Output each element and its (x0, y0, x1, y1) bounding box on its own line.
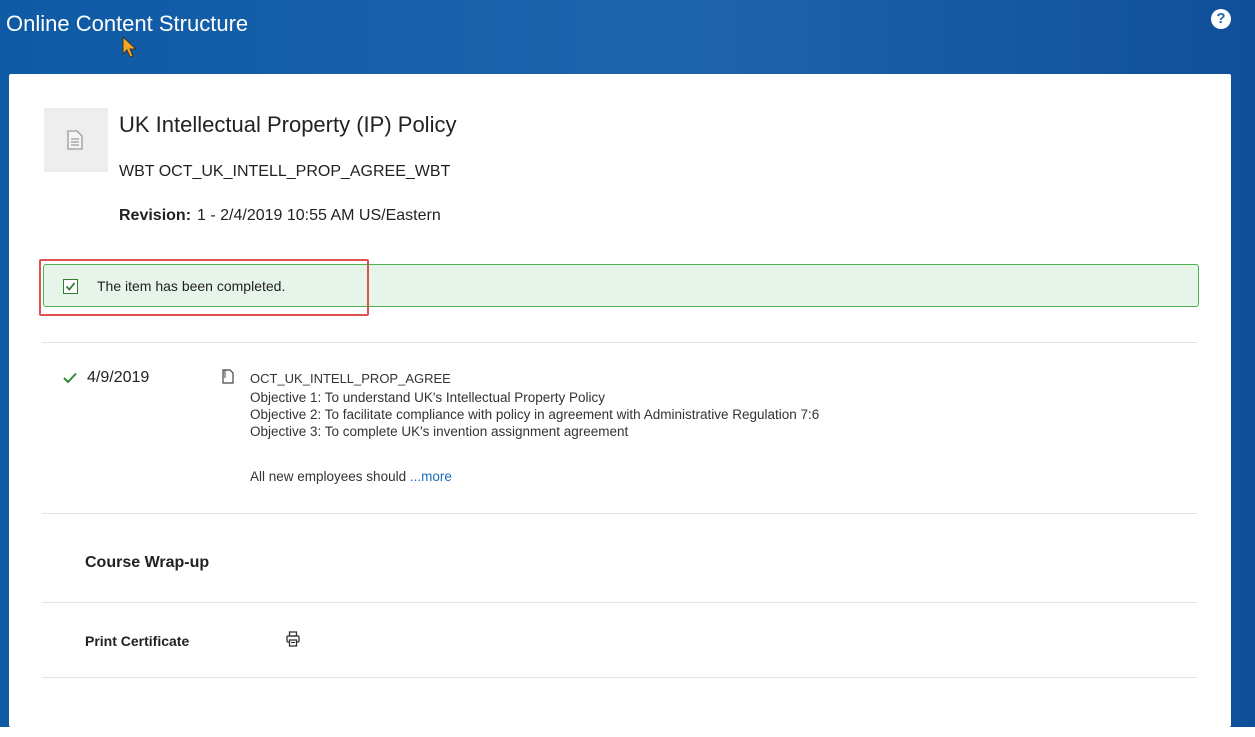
divider (42, 513, 1197, 514)
title-bar: Online Content Structure ? (0, 0, 1255, 74)
help-icon[interactable]: ? (1211, 9, 1231, 29)
window-title: Online Content Structure (6, 11, 249, 36)
printer-icon[interactable] (286, 631, 300, 647)
objective-1: Objective 1: To understand UK's Intellec… (250, 390, 606, 405)
app-window: Online Content Structure ? UK Intellectu… (0, 0, 1255, 727)
course-code: WBT OCT_UK_INTELL_PROP_AGREE_WBT (119, 163, 451, 180)
completion-status-text: The item has been completed. (97, 278, 286, 294)
objective-3: Objective 3: To complete UK's invention … (250, 424, 629, 439)
section-title-course-wrapup: Course Wrap-up (85, 554, 210, 571)
more-link[interactable]: ...more (410, 469, 452, 484)
completion-status-banner: The item has been completed. (43, 264, 1199, 307)
revision-info: Revision: 1 - 2/4/2019 10:55 AM US/Easter… (119, 207, 441, 225)
item-summary: All new employees should ...more (250, 469, 452, 484)
revision-value: 1 - 2/4/2019 10:55 AM US/Eastern (197, 207, 441, 224)
divider (42, 602, 1197, 603)
checkbox-checked-icon (63, 279, 78, 294)
item-code[interactable]: OCT_UK_INTELL_PROP_AGREE (250, 371, 451, 386)
course-title: UK Intellectual Property (IP) Policy (119, 112, 457, 137)
divider (42, 677, 1197, 678)
document-outline-icon (222, 369, 234, 384)
course-thumbnail (44, 108, 108, 172)
revision-label: Revision: (119, 207, 192, 224)
content-panel: UK Intellectual Property (IP) Policy WBT… (9, 74, 1231, 727)
mouse-cursor-icon (122, 36, 138, 58)
divider (42, 342, 1197, 343)
print-certificate-link[interactable]: Print Certificate (85, 633, 189, 649)
checkmark-icon (63, 372, 77, 384)
completion-date: 4/9/2019 (87, 369, 150, 386)
document-icon (67, 130, 83, 150)
objective-2: Objective 2: To facilitate compliance wi… (250, 407, 820, 422)
summary-text: All new employees should (250, 469, 407, 484)
